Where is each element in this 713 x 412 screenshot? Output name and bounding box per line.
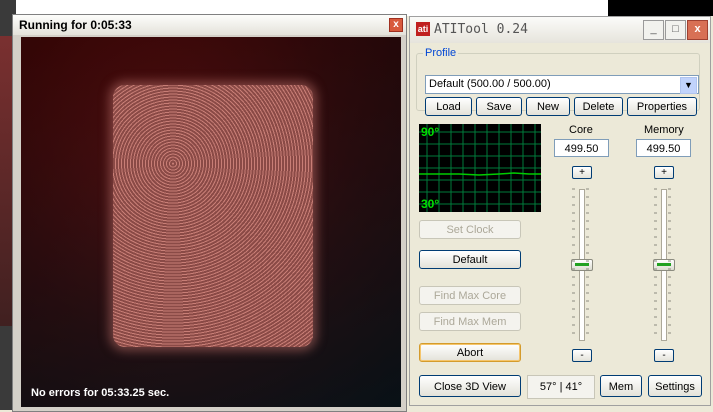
temperature-readout: 57° | 41° bbox=[527, 375, 595, 399]
core-minus-button[interactable]: - bbox=[572, 349, 592, 362]
properties-button[interactable]: Properties bbox=[627, 97, 697, 116]
core-clock-field[interactable]: 499.50 bbox=[554, 139, 609, 157]
3d-render-viewport: No errors for 05:33.25 sec. bbox=[21, 37, 401, 407]
new-button[interactable]: New bbox=[526, 97, 570, 116]
atitool-window: ati ATITool 0.24 _ □ x Profile Default (… bbox=[409, 16, 711, 406]
profile-group: Profile Default (500.00 / 500.00) ▼ Load… bbox=[416, 47, 700, 116]
abort-button[interactable]: Abort bbox=[419, 343, 521, 362]
default-button[interactable]: Default bbox=[419, 250, 521, 269]
maximize-icon[interactable]: □ bbox=[665, 20, 686, 40]
3d-view-title: Running for 0:05:33 bbox=[19, 18, 132, 32]
window-title: ATITool 0.24 bbox=[434, 22, 528, 37]
desktop-corner bbox=[608, 0, 713, 16]
settings-button[interactable]: Settings bbox=[648, 375, 702, 397]
3d-view-window: Running for 0:05:33 x No errors for 05:3… bbox=[12, 14, 407, 412]
delete-button[interactable]: Delete bbox=[574, 97, 623, 116]
slider-ticks bbox=[572, 188, 671, 334]
ati-logo-icon: ati bbox=[416, 22, 430, 36]
profile-selected-value: Default (500.00 / 500.00) bbox=[429, 78, 551, 90]
profile-legend: Profile bbox=[425, 47, 457, 59]
close-icon[interactable]: x bbox=[687, 20, 708, 40]
profile-select[interactable]: Default (500.00 / 500.00) ▼ bbox=[425, 75, 699, 94]
find-max-core-button[interactable]: Find Max Core bbox=[419, 286, 521, 305]
graph-min-label: 30° bbox=[421, 197, 440, 211]
find-max-mem-button[interactable]: Find Max Mem bbox=[419, 312, 521, 331]
mem-button[interactable]: Mem bbox=[600, 375, 642, 397]
memory-clock-field[interactable]: 499.50 bbox=[636, 139, 691, 157]
core-label: Core bbox=[569, 124, 593, 136]
chevron-down-icon[interactable]: ▼ bbox=[680, 77, 697, 94]
close-icon[interactable]: x bbox=[389, 18, 403, 32]
minimize-icon[interactable]: _ bbox=[643, 20, 664, 40]
save-button[interactable]: Save bbox=[476, 97, 522, 116]
close-3d-view-button[interactable]: Close 3D View bbox=[419, 375, 521, 397]
fur-cube-render bbox=[113, 85, 313, 347]
memory-minus-button[interactable]: - bbox=[654, 349, 674, 362]
3d-view-titlebar[interactable]: Running for 0:05:33 x bbox=[13, 15, 406, 35]
temperature-graph: 90° 30° bbox=[419, 124, 541, 212]
set-clock-button[interactable]: Set Clock bbox=[419, 220, 521, 239]
load-button[interactable]: Load bbox=[425, 97, 472, 116]
memory-plus-button[interactable]: + bbox=[654, 166, 674, 179]
core-plus-button[interactable]: + bbox=[572, 166, 592, 179]
error-status-text: No errors for 05:33.25 sec. bbox=[31, 387, 170, 399]
atitool-titlebar[interactable]: ati ATITool 0.24 _ □ x bbox=[410, 17, 710, 43]
memory-label: Memory bbox=[644, 124, 684, 136]
graph-max-label: 90° bbox=[421, 125, 440, 139]
